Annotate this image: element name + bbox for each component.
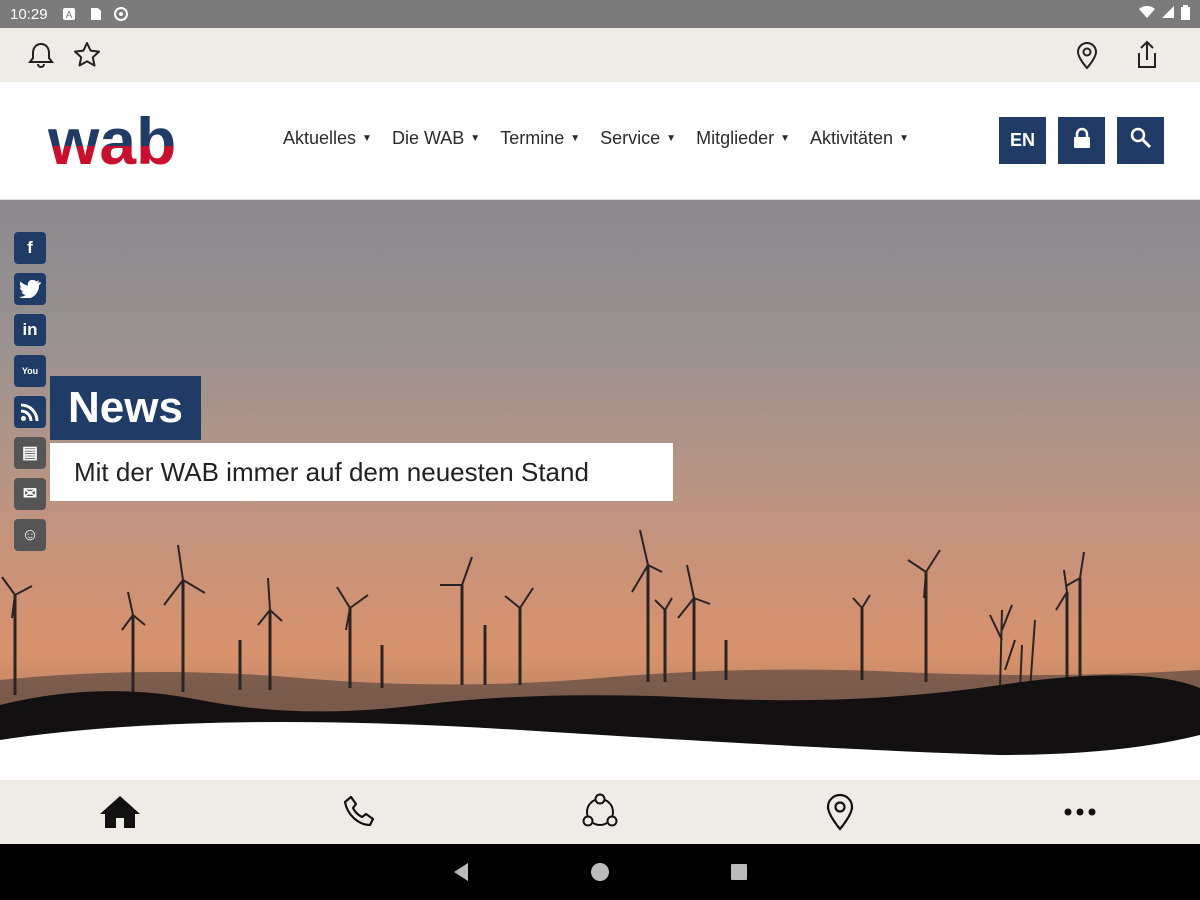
login-button[interactable]	[1058, 117, 1105, 164]
caret-down-icon: ▼	[780, 133, 791, 144]
icon-glyph: ▤	[21, 443, 39, 462]
caret-down-icon: ▼	[362, 133, 372, 144]
social-links: f in You ▤ ✉ ☺	[14, 232, 46, 551]
caret-down-icon: ▼	[899, 133, 909, 144]
header-actions: EN	[999, 117, 1164, 164]
bottom-navigation	[0, 780, 1200, 844]
home-icon[interactable]	[90, 787, 150, 837]
notification-a-icon: A	[62, 7, 76, 21]
nav-aktuelles[interactable]: Aktuelles ▼	[283, 128, 372, 149]
nav-termine[interactable]: Termine ▼	[500, 128, 580, 149]
nav-label: Mitglieder	[696, 128, 775, 148]
icon-glyph: ☺	[21, 525, 39, 544]
icon-glyph: ✉	[22, 484, 38, 503]
nav-label: Aktuelles	[283, 128, 357, 148]
language-button[interactable]: EN	[999, 117, 1046, 164]
smiley-icon[interactable]: ☺	[14, 519, 46, 551]
facebook-icon[interactable]: f	[14, 232, 46, 264]
home-circle-icon[interactable]	[590, 862, 610, 882]
nav-label: Service	[600, 128, 661, 148]
sync-icon	[113, 7, 128, 21]
caret-down-icon: ▼	[570, 133, 581, 144]
hero-subtitle: Mit der WAB immer auf dem neuesten Stand	[50, 443, 673, 501]
rss-icon[interactable]	[14, 396, 46, 428]
share-icon[interactable]	[1130, 38, 1164, 72]
caret-down-icon: ▼	[666, 133, 677, 144]
youtube-icon[interactable]: You	[14, 355, 46, 387]
bell-icon[interactable]	[24, 38, 58, 72]
newsletter-icon[interactable]: ▤	[14, 437, 46, 469]
battery-icon	[1181, 4, 1190, 24]
location-pin-icon[interactable]	[1070, 38, 1104, 72]
nav-mitglieder[interactable]: Mitglieder ▼	[696, 128, 790, 149]
search-icon	[1130, 127, 1152, 154]
status-time: 10:29	[10, 5, 48, 23]
more-icon[interactable]	[1050, 787, 1110, 837]
nav-label: Die WAB	[391, 128, 465, 148]
nav-service[interactable]: Service ▼	[600, 128, 676, 149]
nav-aktivitaeten[interactable]: Aktivitäten ▼	[810, 128, 909, 149]
star-icon[interactable]	[70, 38, 104, 72]
nav-label: Termine	[500, 128, 565, 148]
wifi-icon	[1139, 5, 1155, 23]
icon-glyph: You	[21, 366, 39, 376]
recents-icon[interactable]	[730, 863, 748, 881]
lock-icon	[1072, 127, 1092, 154]
back-icon[interactable]	[452, 862, 470, 882]
mail-icon[interactable]: ✉	[14, 478, 46, 510]
twitter-icon[interactable]	[14, 273, 46, 305]
network-icon[interactable]	[570, 787, 630, 837]
nav-label: Aktivitäten	[810, 128, 894, 148]
search-button[interactable]	[1117, 117, 1164, 164]
linkedin-icon[interactable]: in	[14, 314, 46, 346]
site-header: wab wab Aktuelles ▼ Die WAB ▼ Termine ▼ Ser…	[0, 82, 1200, 200]
sd-card-icon	[88, 7, 102, 21]
status-bar: 10:29 A	[0, 0, 1200, 28]
system-navigation-bar	[0, 844, 1200, 900]
icon-glyph: f	[27, 238, 33, 257]
phone-icon[interactable]	[330, 787, 390, 837]
main-nav: Aktuelles ▼ Die WAB ▼ Termine ▼ Service ▼ Mi…	[283, 128, 909, 149]
location-pin-icon[interactable]	[810, 787, 870, 837]
icon-glyph: in	[22, 320, 38, 339]
caret-down-icon: ▼	[470, 133, 481, 144]
signal-icon	[1161, 5, 1175, 23]
nav-die-wab[interactable]: Die WAB ▼	[392, 128, 480, 149]
app-toolbar	[0, 28, 1200, 82]
hero-title: News	[50, 376, 201, 440]
wab-logo[interactable]: wab wab	[48, 104, 178, 176]
svg-text:A: A	[65, 10, 72, 21]
